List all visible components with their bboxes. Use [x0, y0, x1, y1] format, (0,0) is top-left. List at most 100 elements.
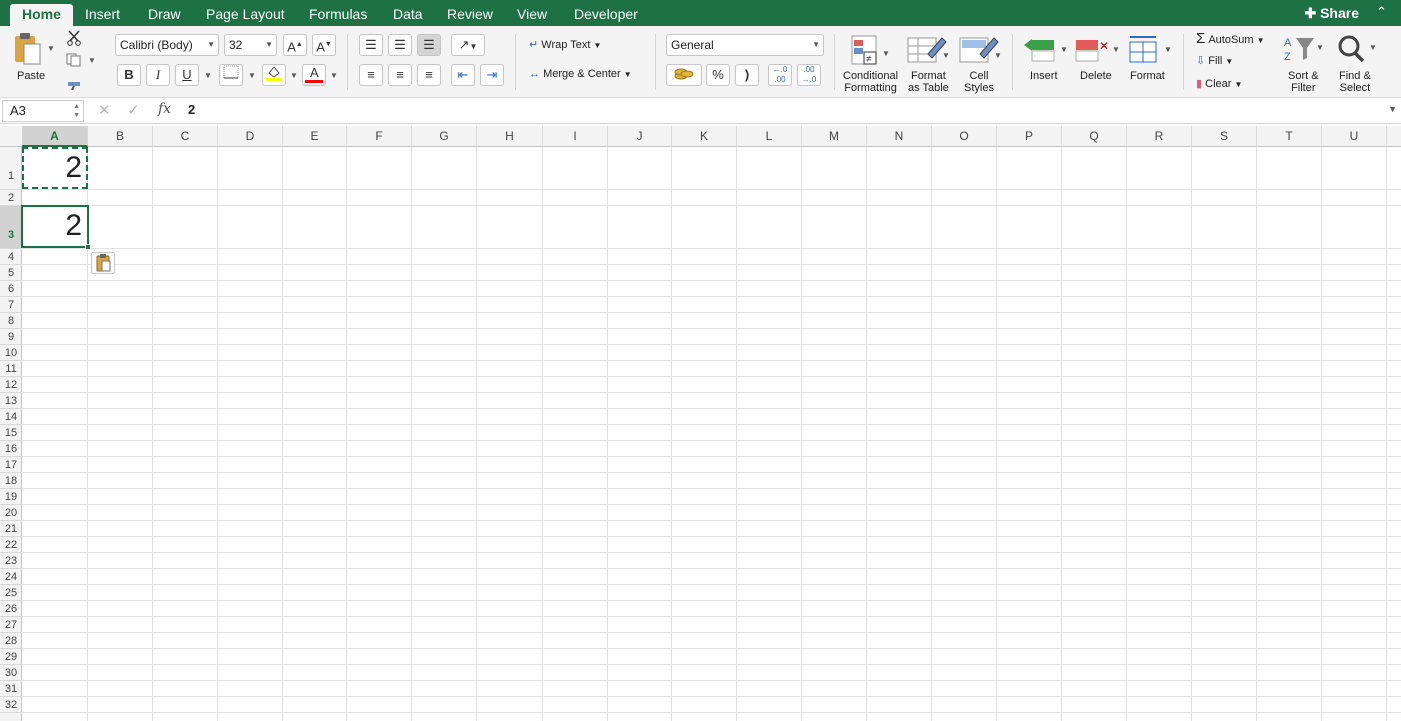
- number-format-dropdown[interactable]: General ▼: [666, 34, 824, 56]
- increase-font-size-button[interactable]: A▲: [283, 34, 307, 56]
- row-header-11[interactable]: 11: [0, 361, 22, 377]
- align-top-button[interactable]: ☰: [359, 34, 383, 56]
- column-header-R[interactable]: R: [1127, 126, 1192, 147]
- row-header-12[interactable]: 12: [0, 377, 22, 393]
- row-header-8[interactable]: 8: [0, 313, 22, 329]
- copy-dropdown-icon[interactable]: ▼: [88, 56, 96, 65]
- column-header-P[interactable]: P: [997, 126, 1062, 147]
- align-bottom-button[interactable]: ☰: [417, 34, 441, 56]
- row-header-27[interactable]: 27: [0, 617, 22, 633]
- format-as-table-button[interactable]: ▼: [906, 34, 950, 66]
- column-header-O[interactable]: O: [932, 126, 997, 147]
- column-header-D[interactable]: D: [218, 126, 283, 147]
- align-right-button[interactable]: ≡: [417, 64, 441, 86]
- row-header-5[interactable]: 5: [0, 265, 22, 281]
- tab-draw[interactable]: Draw: [148, 4, 181, 26]
- tab-data[interactable]: Data: [393, 4, 423, 26]
- tab-home[interactable]: Home: [10, 4, 73, 26]
- conditional-formatting-button[interactable]: ≠ ▼: [850, 34, 890, 66]
- row-header-31[interactable]: 31: [0, 681, 22, 697]
- align-left-button[interactable]: ≡: [359, 64, 383, 86]
- borders-button[interactable]: [219, 64, 243, 86]
- fill-handle[interactable]: [85, 244, 91, 250]
- row-header-4[interactable]: 4: [0, 249, 22, 265]
- row-header-19[interactable]: 19: [0, 489, 22, 505]
- column-header-T[interactable]: T: [1257, 126, 1322, 147]
- borders-dropdown-icon[interactable]: ▼: [248, 71, 256, 80]
- decrease-indent-button[interactable]: ⇤: [451, 64, 475, 86]
- italic-button[interactable]: I: [146, 64, 170, 86]
- column-header-C[interactable]: C: [153, 126, 218, 147]
- fill-color-dropdown-icon[interactable]: ▼: [290, 71, 298, 80]
- tab-developer[interactable]: Developer: [574, 4, 638, 26]
- row-header-22[interactable]: 22: [0, 537, 22, 553]
- column-header-G[interactable]: G: [412, 126, 477, 147]
- font-color-button[interactable]: A: [302, 64, 326, 86]
- underline-button[interactable]: U: [175, 64, 199, 86]
- row-header-32[interactable]: 32: [0, 697, 22, 713]
- row-header-30[interactable]: 30: [0, 665, 22, 681]
- copy-icon[interactable]: [66, 53, 82, 67]
- column-header-A[interactable]: A: [22, 126, 88, 147]
- row-header-17[interactable]: 17: [0, 457, 22, 473]
- bold-button[interactable]: B: [117, 64, 141, 86]
- row-header-23[interactable]: 23: [0, 553, 22, 569]
- tab-view[interactable]: View: [517, 4, 547, 26]
- merge-center-button[interactable]: ↔ Merge & Center ▼: [529, 68, 632, 84]
- cancel-entry-icon[interactable]: ✕: [98, 101, 111, 119]
- row-header-13[interactable]: 13: [0, 393, 22, 409]
- row-header-28[interactable]: 28: [0, 633, 22, 649]
- row-header-6[interactable]: 6: [0, 281, 22, 297]
- column-header-F[interactable]: F: [347, 126, 412, 147]
- row-header-14[interactable]: 14: [0, 409, 22, 425]
- insert-cells-button[interactable]: ▼: [1022, 36, 1068, 64]
- formula-input[interactable]: 2: [188, 102, 195, 117]
- column-header-U[interactable]: U: [1322, 126, 1387, 147]
- expand-formula-bar-icon[interactable]: ▼: [1388, 104, 1397, 114]
- tab-insert[interactable]: Insert: [85, 4, 120, 26]
- decrease-decimal-button[interactable]: .00 →.0: [797, 64, 821, 86]
- wrap-text-button[interactable]: ↵ Wrap Text ▼: [529, 38, 601, 54]
- row-header-3[interactable]: 3: [0, 206, 22, 249]
- row-header-10[interactable]: 10: [0, 345, 22, 361]
- decrease-font-size-button[interactable]: A▼: [312, 34, 336, 56]
- increase-decimal-button[interactable]: ←.0.00: [768, 64, 792, 86]
- row-header-29[interactable]: 29: [0, 649, 22, 665]
- increase-indent-button[interactable]: ⇥: [480, 64, 504, 86]
- column-header-H[interactable]: H: [477, 126, 543, 147]
- row-header-21[interactable]: 21: [0, 521, 22, 537]
- paste-icon[interactable]: [12, 32, 42, 66]
- fill-button[interactable]: ⇩ Fill ▼: [1196, 54, 1233, 67]
- delete-cells-button[interactable]: ✕ ▼: [1074, 36, 1120, 64]
- insert-function-icon[interactable]: fx: [158, 101, 171, 117]
- comma-style-button[interactable]: ): [735, 64, 759, 86]
- font-name-dropdown[interactable]: Calibri (Body) ▼: [115, 34, 219, 56]
- row-header-15[interactable]: 15: [0, 425, 22, 441]
- collapse-ribbon-icon[interactable]: ⌃: [1376, 2, 1387, 22]
- column-header-Q[interactable]: Q: [1062, 126, 1127, 147]
- column-header-B[interactable]: B: [88, 126, 153, 147]
- cell-A3[interactable]: 2: [24, 208, 82, 244]
- sort-filter-button[interactable]: A Z ▼: [1284, 34, 1324, 64]
- row-header-24[interactable]: 24: [0, 569, 22, 585]
- row-header-9[interactable]: 9: [0, 329, 22, 345]
- column-header-N[interactable]: N: [867, 126, 932, 147]
- row-header-26[interactable]: 26: [0, 601, 22, 617]
- cell-styles-button[interactable]: ▼: [958, 34, 1002, 66]
- underline-dropdown-icon[interactable]: ▼: [204, 71, 212, 80]
- row-header-18[interactable]: 18: [0, 473, 22, 489]
- column-header-L[interactable]: L: [737, 126, 802, 147]
- name-box-stepper-icon[interactable]: ▲ ▼: [73, 102, 80, 120]
- fill-color-button[interactable]: [262, 64, 286, 86]
- tab-page-layout[interactable]: Page Layout: [206, 4, 285, 26]
- name-box[interactable]: A3 ▲ ▼: [2, 100, 84, 122]
- paste-options-button[interactable]: [91, 252, 115, 274]
- cell-A1[interactable]: 2: [24, 150, 82, 186]
- tab-formulas[interactable]: Formulas: [309, 4, 367, 26]
- column-header-S[interactable]: S: [1192, 126, 1257, 147]
- orientation-button[interactable]: ↗▼: [451, 34, 485, 56]
- accounting-format-button[interactable]: [666, 64, 702, 86]
- column-header-E[interactable]: E: [283, 126, 347, 147]
- spreadsheet-grid[interactable]: ABCDEFGHIJKLMNOPQRSTU 1 2 3 4 5 6 7 8 9 10 11 12 13 1…: [0, 126, 1401, 721]
- row-header-20[interactable]: 20: [0, 505, 22, 521]
